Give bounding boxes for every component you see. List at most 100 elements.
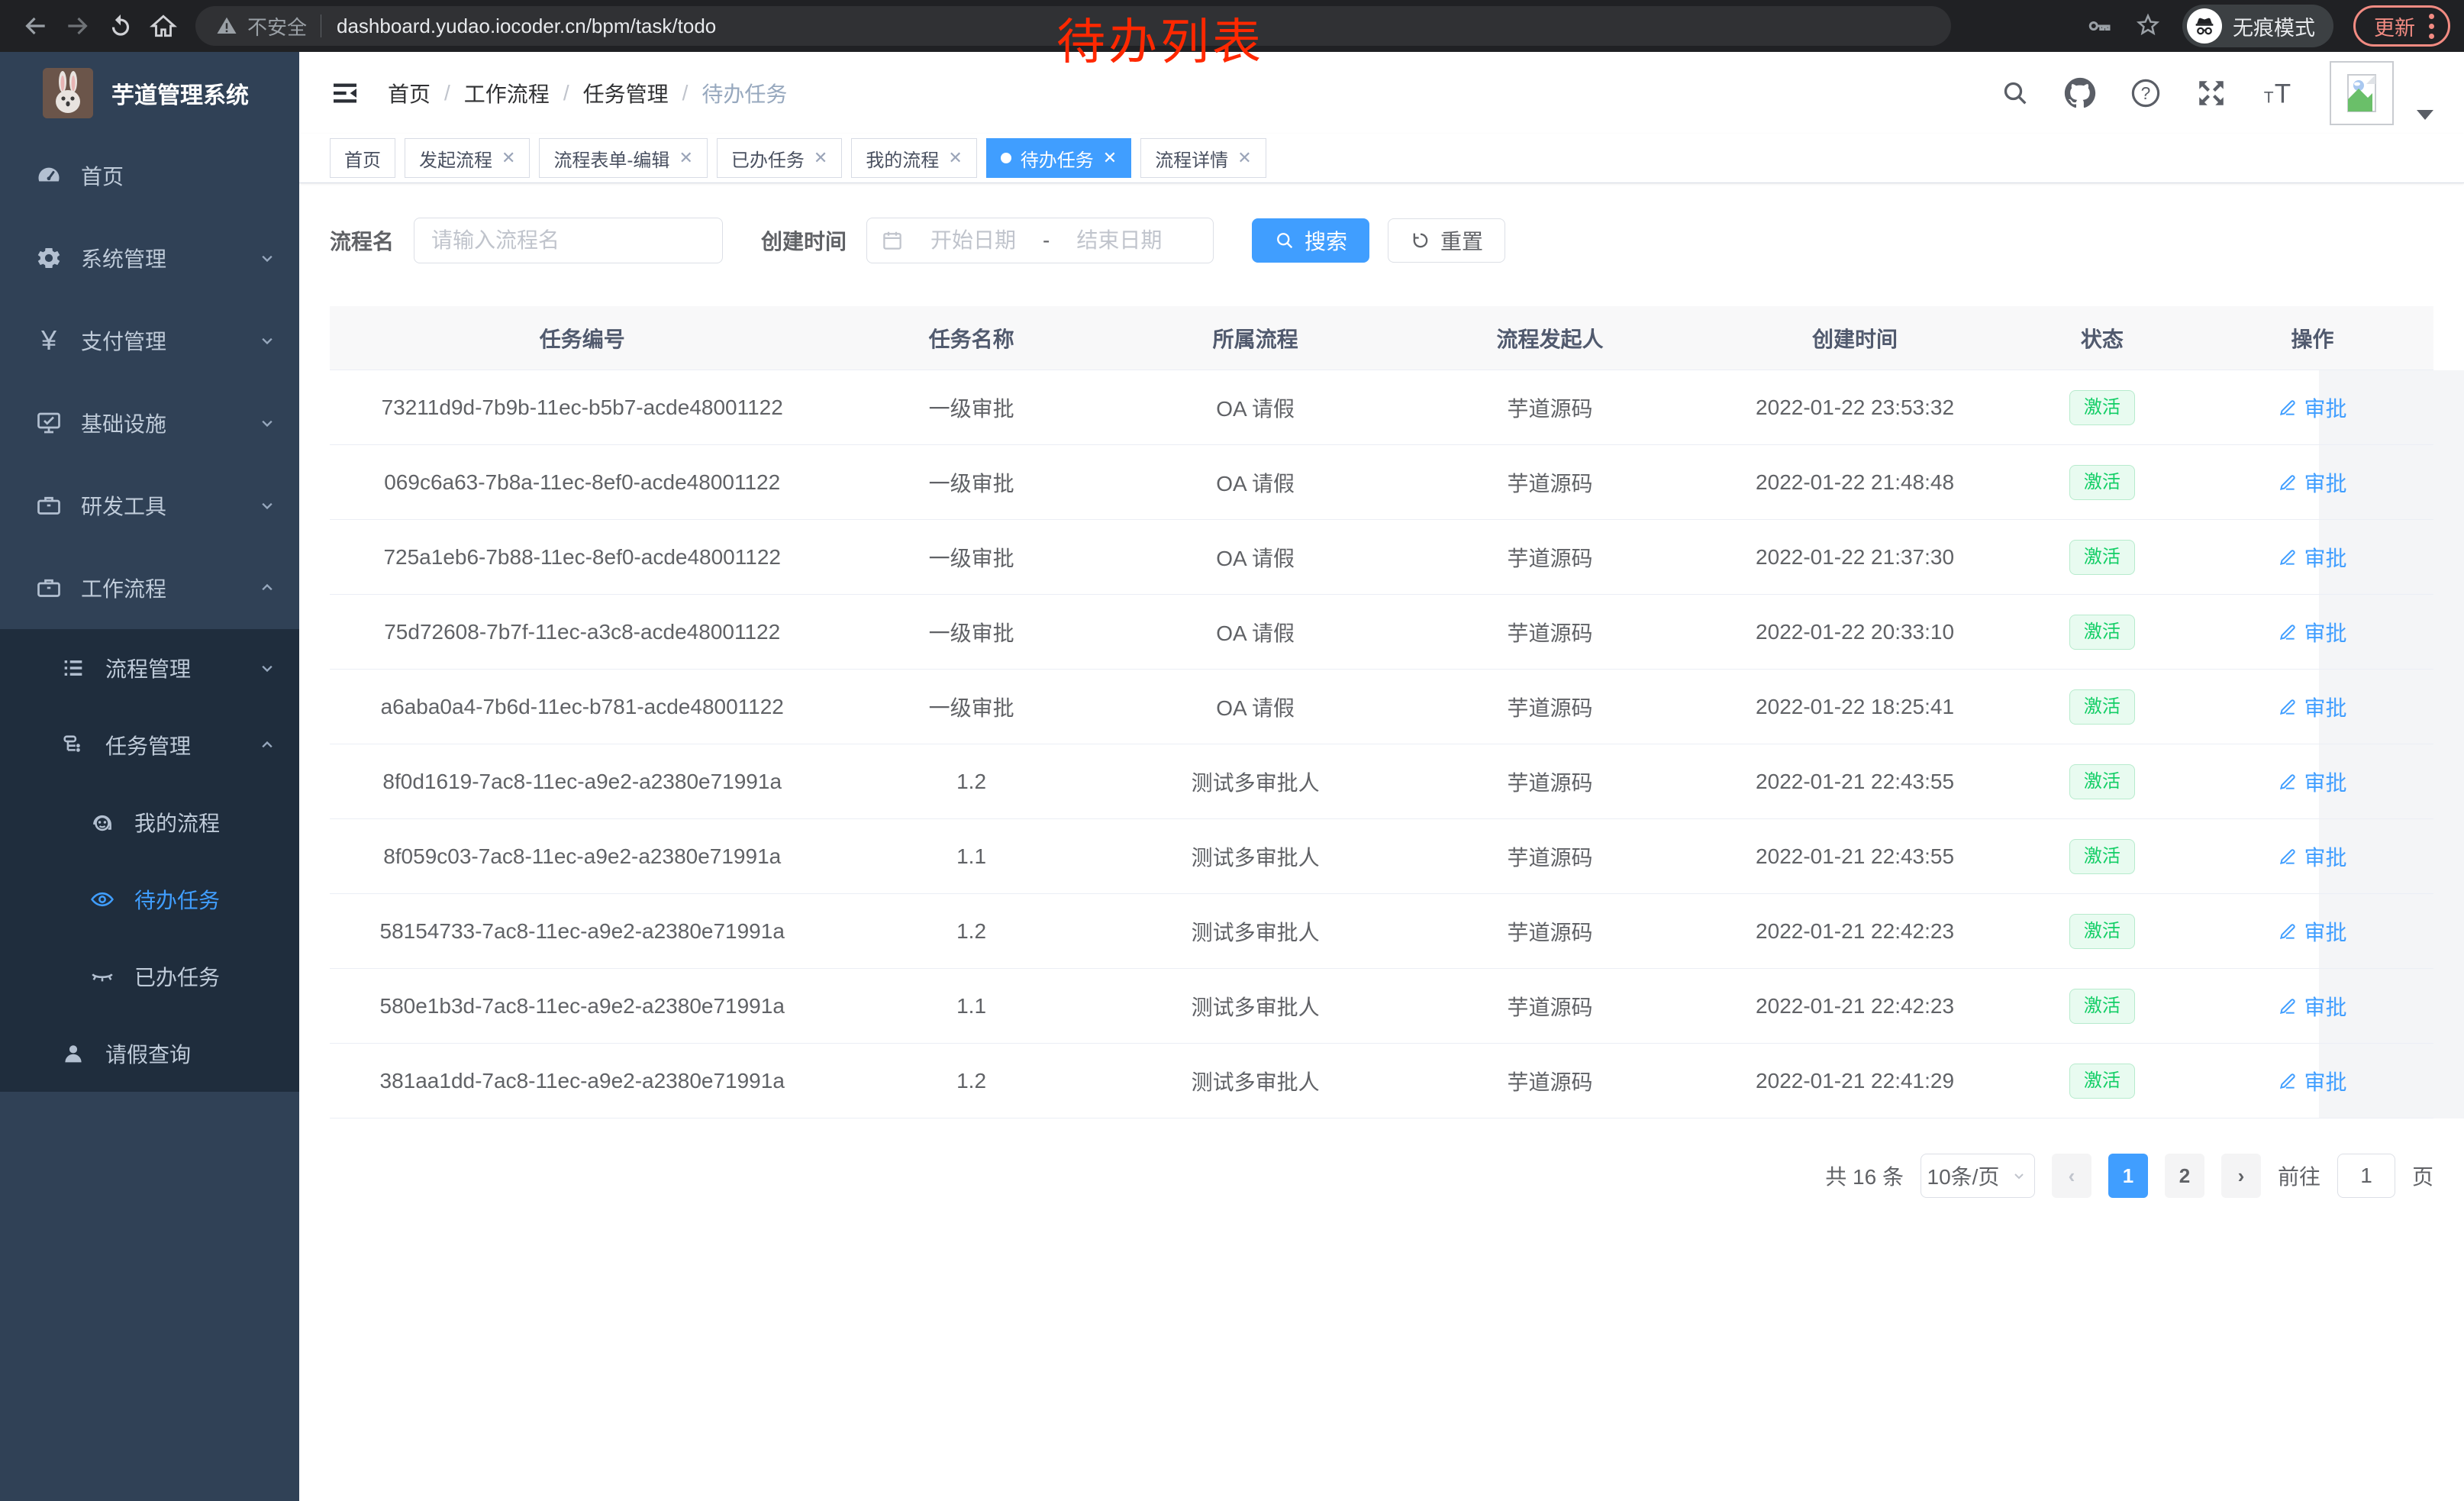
approve-button[interactable]: 审批 [2278,467,2346,498]
approve-button[interactable]: 审批 [2278,991,2346,1022]
sidebar-item-leave-query[interactable]: 请假查询 [0,1015,299,1092]
tag-my-process[interactable]: 我的流程✕ [851,138,976,178]
edit-icon [2278,772,2298,792]
sidebar-item-todo-tasks[interactable]: 待办任务 [0,860,299,938]
approve-button[interactable]: 审批 [2278,767,2346,797]
tag-done-tasks[interactable]: 已办任务✕ [717,138,842,178]
status-badge: 激活 [2069,989,2135,1024]
goto-page-input[interactable] [2337,1154,2395,1198]
breadcrumb-task-management[interactable]: 任务管理 [583,78,669,108]
status-badge: 激活 [2069,1064,2135,1099]
not-secure-warning-icon [215,15,238,37]
page-button-2[interactable]: 2 [2165,1154,2204,1198]
edit-icon [2278,697,2298,717]
col-create-time: 创建时间 [1697,323,2012,353]
close-icon[interactable]: ✕ [1237,148,1251,168]
table-row: 8f059c03-7ac8-11ec-a9e2-a2380e71991a 1.1… [330,819,2433,894]
prev-page-button[interactable]: ‹ [2052,1154,2091,1198]
process-name-field[interactable] [414,218,723,263]
active-tag-dot [1001,153,1011,163]
sidebar-item-system[interactable]: 系统管理 [0,217,299,299]
date-range-picker[interactable]: - [866,218,1214,263]
font-size-icon[interactable]: TT [2261,77,2296,109]
fullscreen-icon[interactable] [2195,77,2227,109]
table-row: 725a1eb6-7b88-11ec-8ef0-acde48001122 一级审… [330,520,2433,595]
approve-button[interactable]: 审批 [2278,692,2346,722]
browser-menu-icon[interactable] [2429,14,2434,39]
page-button-1[interactable]: 1 [2108,1154,2148,1198]
status-badge: 激活 [2069,764,2135,799]
app-logo-avatar [43,68,93,118]
password-key-icon[interactable] [2086,12,2114,40]
eye-closed-icon [87,964,118,989]
close-icon[interactable]: ✕ [1103,148,1117,168]
svg-text:T: T [2275,79,2291,108]
help-icon[interactable]: ? [2130,77,2162,109]
sidebar-collapse-icon[interactable] [330,78,360,108]
avatar-dropdown-caret[interactable] [2417,110,2433,120]
next-page-button[interactable]: › [2221,1154,2261,1198]
approve-button[interactable]: 审批 [2278,392,2346,423]
url-text[interactable]: dashboard.yudao.iocoder.cn/bpm/task/todo [337,15,716,38]
tag-todo-tasks[interactable]: 待办任务✕ [986,138,1131,178]
filter-form: 流程名 创建时间 - 搜索 重置 [330,218,2433,263]
approve-button[interactable]: 审批 [2278,1066,2346,1096]
sidebar-item-process-management[interactable]: 流程管理 [0,629,299,706]
tag-process-detail[interactable]: 流程详情✕ [1140,138,1266,178]
incognito-icon [2187,8,2222,44]
main-content: 流程名 创建时间 - 搜索 重置 任务编号 任务名称 所属流程 流程发起人 创建… [299,184,2464,1501]
sidebar-item-workflow[interactable]: 工作流程 [0,547,299,629]
header-search-icon[interactable] [2000,78,2030,108]
reset-button[interactable]: 重置 [1388,218,1505,263]
user-avatar[interactable] [2330,61,2394,125]
start-date-input[interactable] [916,228,1030,253]
end-date-input[interactable] [1062,228,1176,253]
approve-button[interactable]: 审批 [2278,542,2346,573]
sidebar-item-task-management[interactable]: 任务管理 [0,706,299,783]
browser-back-button[interactable] [14,5,56,47]
chevron-down-icon [256,495,278,516]
browser-update-button[interactable]: 更新 [2353,5,2450,47]
close-icon[interactable]: ✕ [679,148,692,168]
page-suffix: 页 [2412,1160,2433,1191]
close-icon[interactable]: ✕ [948,148,962,168]
edit-icon [2278,1071,2298,1091]
app-logo-row[interactable]: 芋道管理系统 [0,52,299,134]
tag-process-form-edit[interactable]: 流程表单-编辑✕ [539,138,707,178]
breadcrumb-home[interactable]: 首页 [388,78,431,108]
sidebar-item-devtools[interactable]: 研发工具 [0,464,299,547]
total-count: 共 16 条 [1825,1160,1904,1191]
workflow-submenu: 流程管理 任务管理 我的流程 待办任务 [0,629,299,1092]
incognito-badge: 无痕模式 [2182,5,2333,47]
col-actions: 操作 [2191,323,2433,353]
svg-text:T: T [2264,89,2274,106]
approve-button[interactable]: 审批 [2278,916,2346,947]
sidebar-item-payment[interactable]: ¥ 支付管理 [0,299,299,382]
close-icon[interactable]: ✕ [814,148,827,168]
bookmark-star-icon[interactable] [2133,11,2162,40]
robot-icon [87,809,118,835]
edit-icon [2278,922,2298,941]
eye-icon [87,886,118,912]
tag-start-process[interactable]: 发起流程✕ [405,138,530,178]
sidebar-item-infrastructure[interactable]: 基础设施 [0,382,299,464]
tag-home[interactable]: 首页 [330,138,395,178]
browser-reload-button[interactable] [99,5,142,47]
breadcrumb-workflow[interactable]: 工作流程 [464,78,550,108]
browser-forward-button[interactable] [56,5,99,47]
security-label[interactable]: 不安全 [247,12,307,40]
list-icon [58,655,89,681]
edit-icon [2278,473,2298,492]
close-icon[interactable]: ✕ [502,148,515,168]
sidebar-item-home[interactable]: 首页 [0,134,299,217]
approve-button[interactable]: 审批 [2278,841,2346,872]
sidebar-item-done-tasks[interactable]: 已办任务 [0,938,299,1015]
page-size-select[interactable]: 10条/页 [1921,1154,2035,1198]
browser-home-button[interactable] [142,5,185,47]
status-badge: 激活 [2069,615,2135,650]
process-name-input[interactable] [431,228,705,253]
sidebar-item-my-process[interactable]: 我的流程 [0,783,299,860]
github-icon[interactable] [2064,77,2096,109]
search-button[interactable]: 搜索 [1252,218,1369,263]
approve-button[interactable]: 审批 [2278,617,2346,647]
